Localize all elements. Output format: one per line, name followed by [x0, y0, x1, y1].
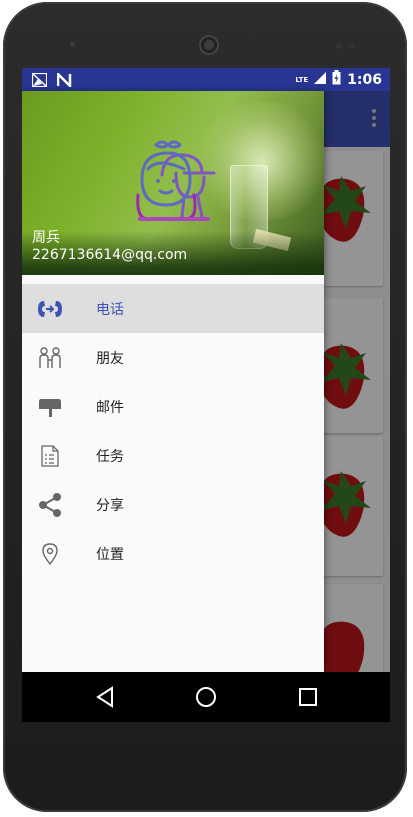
user-email: 2267136614@qq.com — [32, 247, 188, 263]
menu-item-label: 邮件 — [96, 399, 124, 416]
menu-item-mail[interactable]: 邮件 — [22, 382, 324, 431]
battery-icon — [332, 70, 341, 89]
menu-item-tasks[interactable]: 任务 — [22, 431, 324, 480]
location-icon — [37, 541, 63, 567]
menu-item-phone[interactable]: 电话 — [22, 284, 324, 333]
clock: 1:06 — [347, 71, 382, 88]
user-name: 周兵 — [32, 230, 60, 246]
menu-item-label: 位置 — [96, 546, 124, 563]
system-nav-bar — [22, 672, 390, 722]
device-screen: LTE 1:06 周兵 2267136614@qq.com 电话 朋友 邮件 任… — [22, 68, 390, 722]
signal-icon — [314, 71, 327, 88]
kids-avatar-icon[interactable] — [128, 139, 216, 225]
status-bar: LTE 1:06 — [22, 68, 390, 91]
task-list-icon — [37, 443, 63, 469]
drawer-menu: 电话 朋友 邮件 任务 分享 位置 — [22, 284, 324, 578]
earpiece-speaker — [199, 35, 219, 55]
light-sensor — [348, 43, 354, 49]
home-icon[interactable] — [193, 684, 219, 710]
share-icon — [37, 492, 63, 518]
back-icon[interactable] — [92, 684, 118, 710]
menu-item-label: 朋友 — [96, 350, 124, 367]
menu-item-share[interactable]: 分享 — [22, 480, 324, 529]
friends-icon — [37, 345, 63, 371]
network-type: LTE — [295, 75, 309, 84]
menu-item-label: 电话 — [96, 301, 124, 318]
call-transfer-icon — [37, 296, 63, 322]
mailbox-icon — [37, 394, 63, 420]
menu-item-friends[interactable]: 朋友 — [22, 333, 324, 382]
proximity-sensor — [336, 43, 342, 49]
notification-n-icon — [57, 72, 72, 87]
navigation-drawer: 周兵 2267136614@qq.com 电话 朋友 邮件 任务 分享 位置 — [22, 91, 324, 672]
menu-item-label: 任务 — [96, 448, 124, 465]
notification-app-icon — [32, 72, 47, 87]
front-camera — [68, 40, 77, 49]
menu-item-label: 分享 — [96, 497, 124, 514]
menu-item-location[interactable]: 位置 — [22, 529, 324, 578]
recents-icon[interactable] — [295, 684, 321, 710]
drawer-header: 周兵 2267136614@qq.com — [22, 91, 324, 275]
